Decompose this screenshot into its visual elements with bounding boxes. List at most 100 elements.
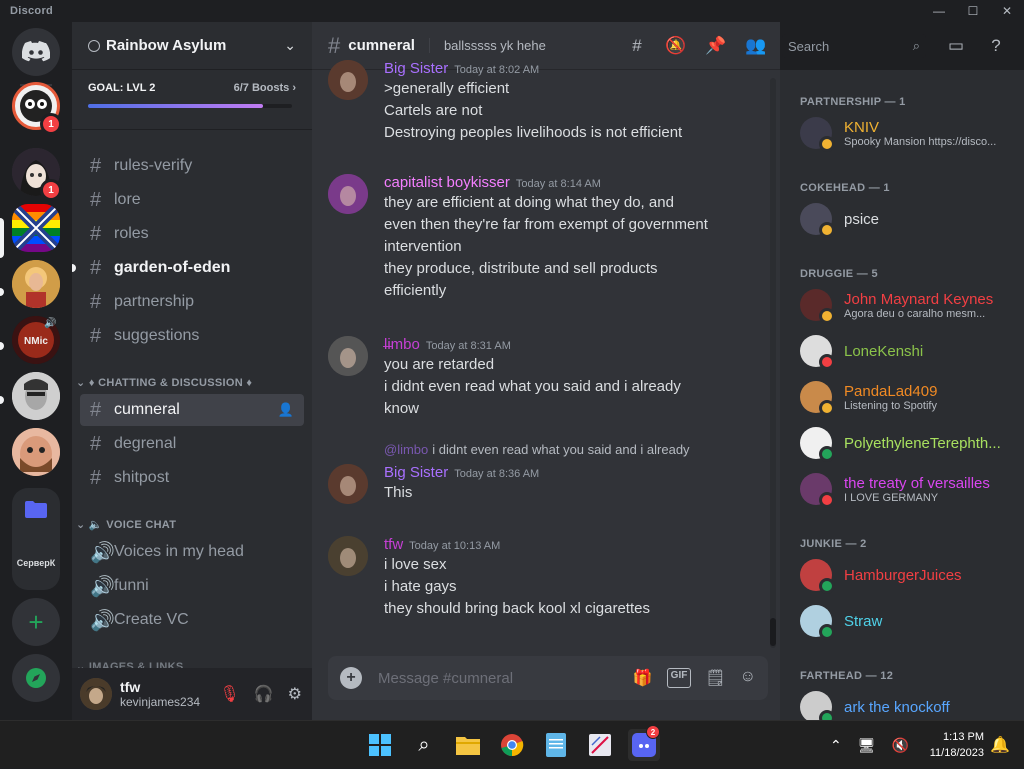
avatar[interactable] bbox=[328, 464, 368, 504]
member-name: ark the knockoff bbox=[844, 698, 950, 716]
gear-icon[interactable]: ⚙ bbox=[288, 684, 302, 704]
tray-chevron-up-icon[interactable]: ⌃ bbox=[830, 737, 842, 754]
channel-item[interactable]: 🔊 Create VC bbox=[80, 604, 304, 636]
pin-icon[interactable]: 📌 bbox=[704, 34, 728, 58]
snipping-tool-icon[interactable] bbox=[584, 729, 616, 761]
channel-item[interactable]: 🔊 Voices in my head bbox=[80, 536, 304, 568]
message-username[interactable]: Big Sister bbox=[384, 464, 448, 481]
channel-item[interactable]: # lore bbox=[80, 184, 304, 216]
category-voice[interactable]: ⌄ 🔈 VOICE CHAT bbox=[76, 518, 176, 531]
volume-icon[interactable]: 🔇 bbox=[892, 737, 909, 754]
explore-servers-button[interactable] bbox=[12, 654, 60, 702]
search-input[interactable]: Search ⌕ bbox=[782, 34, 926, 58]
member-item[interactable]: LoneKenshi bbox=[800, 330, 1016, 372]
channel-item[interactable]: # partnership bbox=[80, 286, 304, 318]
avatar[interactable] bbox=[80, 678, 112, 710]
member-list-icon[interactable]: 👥 bbox=[744, 34, 768, 58]
help-icon[interactable]: ? bbox=[984, 34, 1008, 58]
chevron-down-icon: ⌄ bbox=[284, 37, 296, 53]
server-icon-4[interactable] bbox=[12, 260, 60, 308]
message-text: Cartels are not bbox=[384, 102, 483, 119]
windows-start-icon[interactable] bbox=[364, 729, 396, 761]
mute-mic-icon[interactable]: 🎙 bbox=[219, 684, 239, 704]
channel-item[interactable]: # garden-of-eden bbox=[72, 252, 304, 284]
close-button[interactable]: ✕ bbox=[990, 0, 1024, 22]
channel-item[interactable]: # suggestions bbox=[80, 320, 304, 352]
avatar bbox=[800, 559, 835, 594]
server-icon-7[interactable] bbox=[12, 428, 60, 476]
channel-label: suggestions bbox=[114, 327, 200, 344]
server-icon-6[interactable] bbox=[12, 372, 60, 420]
channel-item[interactable]: # degrenal bbox=[80, 428, 304, 460]
chevron-down-icon: ⌄ bbox=[76, 377, 89, 389]
member-name: KNIV bbox=[844, 118, 880, 136]
scrollbar[interactable] bbox=[770, 78, 776, 648]
member-status-text: I LOVE GERMANY bbox=[844, 491, 939, 504]
message-username[interactable]: tfw bbox=[384, 536, 403, 553]
member-item[interactable]: Straw bbox=[800, 600, 1016, 642]
message-text: they produce, distribute and sell produc… bbox=[384, 260, 658, 277]
member-item[interactable]: the treaty of versailles I LOVE GERMANY bbox=[800, 468, 1016, 510]
member-item[interactable]: KNIV Spooky Mansion https://disco... bbox=[800, 112, 1016, 154]
invite-icon[interactable]: 👤 bbox=[278, 402, 294, 418]
maximize-button[interactable]: ☐ bbox=[956, 0, 990, 22]
add-server-button[interactable]: + bbox=[12, 598, 60, 646]
attach-plus-icon[interactable]: + bbox=[340, 667, 362, 689]
member-item[interactable]: HamburgerJuices bbox=[800, 554, 1016, 596]
avatar[interactable] bbox=[328, 174, 368, 214]
gift-icon[interactable]: 🎁 bbox=[633, 668, 653, 688]
avatar[interactable] bbox=[328, 60, 368, 100]
inbox-icon[interactable]: ▭ bbox=[944, 34, 968, 58]
headphones-icon[interactable]: 🎧 bbox=[254, 684, 274, 704]
notification-mute-icon[interactable]: 🔕 bbox=[664, 34, 688, 58]
minimize-button[interactable]: — bbox=[922, 0, 956, 22]
channel-item[interactable]: # shitpost bbox=[80, 462, 304, 494]
member-item[interactable]: PolyethyleneTerephth... bbox=[800, 422, 1016, 464]
message-username[interactable]: capitalist boykisser bbox=[384, 174, 510, 191]
guild-header[interactable]: Rainbow Asylum ⌄ bbox=[72, 22, 312, 70]
sticker-icon[interactable]: 🗒 bbox=[705, 668, 725, 688]
message-username[interactable]: Big Sister bbox=[384, 60, 448, 77]
notification-bell-icon[interactable]: 🔔 bbox=[990, 735, 1010, 755]
server-folder[interactable]: СерверК bbox=[12, 488, 60, 590]
avatar[interactable] bbox=[328, 536, 368, 576]
category-chatting[interactable]: ⌄ ♦ CHATTING & DISCUSSION ♦ bbox=[76, 376, 252, 389]
reply-preview[interactable]: @limbo i didnt even read what you said an… bbox=[384, 442, 690, 457]
hash-icon: # bbox=[90, 154, 102, 177]
direct-messages-button[interactable] bbox=[12, 28, 60, 76]
member-item[interactable]: John Maynard Keynes Agora deu o caralho m… bbox=[800, 284, 1016, 326]
discord-taskbar-icon[interactable]: 2 bbox=[628, 725, 660, 761]
message-username[interactable]: l̶imbo bbox=[384, 336, 420, 353]
presence-status-icon bbox=[819, 308, 835, 324]
member-name: the treaty of versailles bbox=[844, 474, 990, 492]
channel-item[interactable]: # rules-verify bbox=[80, 150, 304, 182]
channel-item[interactable]: # cumneral 👤 bbox=[80, 394, 304, 426]
message-text: know bbox=[384, 400, 420, 417]
taskbar-search-icon[interactable]: ⌕ bbox=[408, 729, 440, 761]
scrollbar-thumb[interactable] bbox=[770, 618, 776, 646]
taskbar-clock[interactable]: 1:13 PM 11/18/2023 bbox=[910, 729, 984, 761]
message-input[interactable]: Message #cumneral bbox=[378, 670, 633, 687]
threads-icon[interactable]: # bbox=[625, 34, 649, 58]
server-rainbow-asylum[interactable] bbox=[12, 204, 60, 252]
channel-label: funni bbox=[114, 577, 149, 594]
gif-button[interactable]: GIF bbox=[666, 668, 692, 688]
boost-goal-panel[interactable]: GOAL: LVL 2 6/7 Boosts › bbox=[72, 70, 312, 130]
discord-logo-icon bbox=[22, 41, 50, 62]
taskbar-notification-badge: 2 bbox=[646, 725, 660, 739]
member-item[interactable]: psice bbox=[800, 198, 1016, 240]
message-composer[interactable]: + Message #cumneral 🎁 GIF 🗒 ☺ bbox=[328, 656, 768, 700]
member-name: PandaLad409 bbox=[844, 382, 938, 400]
network-icon[interactable]: 🖥 bbox=[858, 737, 876, 754]
avatar[interactable] bbox=[328, 336, 368, 376]
channel-topic[interactable]: ballsssss yk hehe bbox=[428, 38, 546, 53]
member-item[interactable]: PandaLad409 Listening to Spotify bbox=[800, 376, 1016, 418]
file-explorer-icon[interactable] bbox=[452, 729, 484, 761]
channel-item[interactable]: # roles bbox=[80, 218, 304, 250]
emoji-icon[interactable]: ☺ bbox=[740, 668, 756, 688]
channel-item[interactable]: 🔊 funni bbox=[80, 570, 304, 602]
notepad-icon[interactable] bbox=[540, 729, 572, 761]
chrome-icon[interactable] bbox=[496, 729, 528, 761]
reply-username: @limbo bbox=[384, 442, 429, 457]
presence-status-icon bbox=[819, 446, 835, 462]
